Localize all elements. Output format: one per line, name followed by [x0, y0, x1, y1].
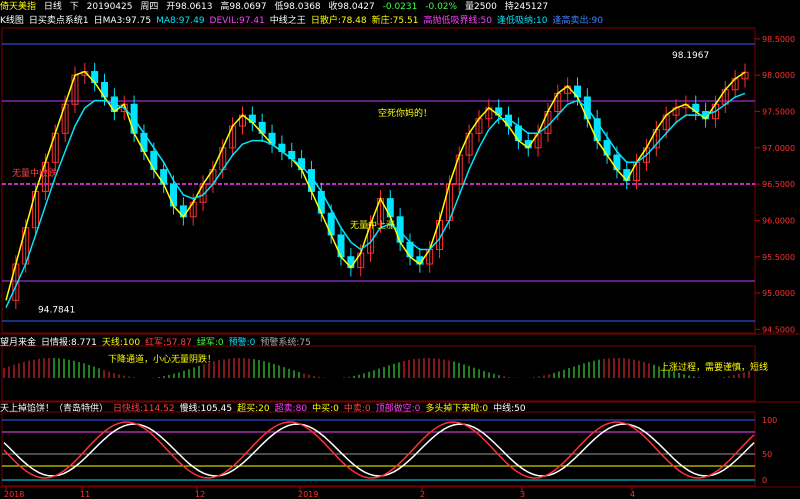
y-tick-label: 96.5000	[762, 180, 795, 189]
y-tick-label: 95.0000	[762, 289, 795, 298]
candles	[12, 62, 749, 310]
y-tick-label: 98.5000	[762, 35, 795, 44]
high-marker-label: 98.1967	[672, 51, 709, 61]
chart-annotation: 下降通道，小心无量阴跌！	[108, 353, 216, 365]
chart-annotation: 空死你妈的！	[378, 107, 432, 119]
series-line-ma8	[5, 92, 746, 308]
x-tick-label: 12	[195, 490, 205, 499]
x-tick-label: 2	[420, 490, 425, 499]
low-marker-label: 94.7841	[38, 306, 75, 316]
x-tick-label: 11	[80, 490, 90, 499]
chart-frame	[0, 27, 800, 488]
chart-annotation: 上涨过程，需要谨慎，短线	[660, 361, 768, 373]
y-tick-label: 97.0000	[762, 144, 795, 153]
y-tick-label: 97.5000	[762, 108, 795, 117]
panel3-tick-label: 0	[762, 476, 767, 485]
x-tick-label: 4	[630, 490, 635, 499]
kline-chart[interactable]: 98.5000 98.0000 97.5000 97.0000 96.5000 96.00…	[0, 0, 800, 499]
panel3-lines	[3, 421, 755, 479]
x-tick-label: 2019	[298, 490, 318, 499]
y-tick-label: 94.5000	[762, 325, 795, 334]
y-tick-label: 96.0000	[762, 216, 795, 225]
panel3-tick-label: 100	[762, 416, 777, 425]
x-tick-label: 2018	[4, 490, 24, 499]
chart-annotation: 无量中上涨	[350, 219, 395, 231]
panel3-tick-label: 50	[762, 450, 772, 459]
x-tick-label: 3	[520, 490, 525, 499]
y-tick-label: 95.5000	[762, 253, 795, 262]
chart-annotation: 无量中收跌	[12, 167, 57, 179]
y-tick-label: 98.0000	[762, 71, 795, 80]
